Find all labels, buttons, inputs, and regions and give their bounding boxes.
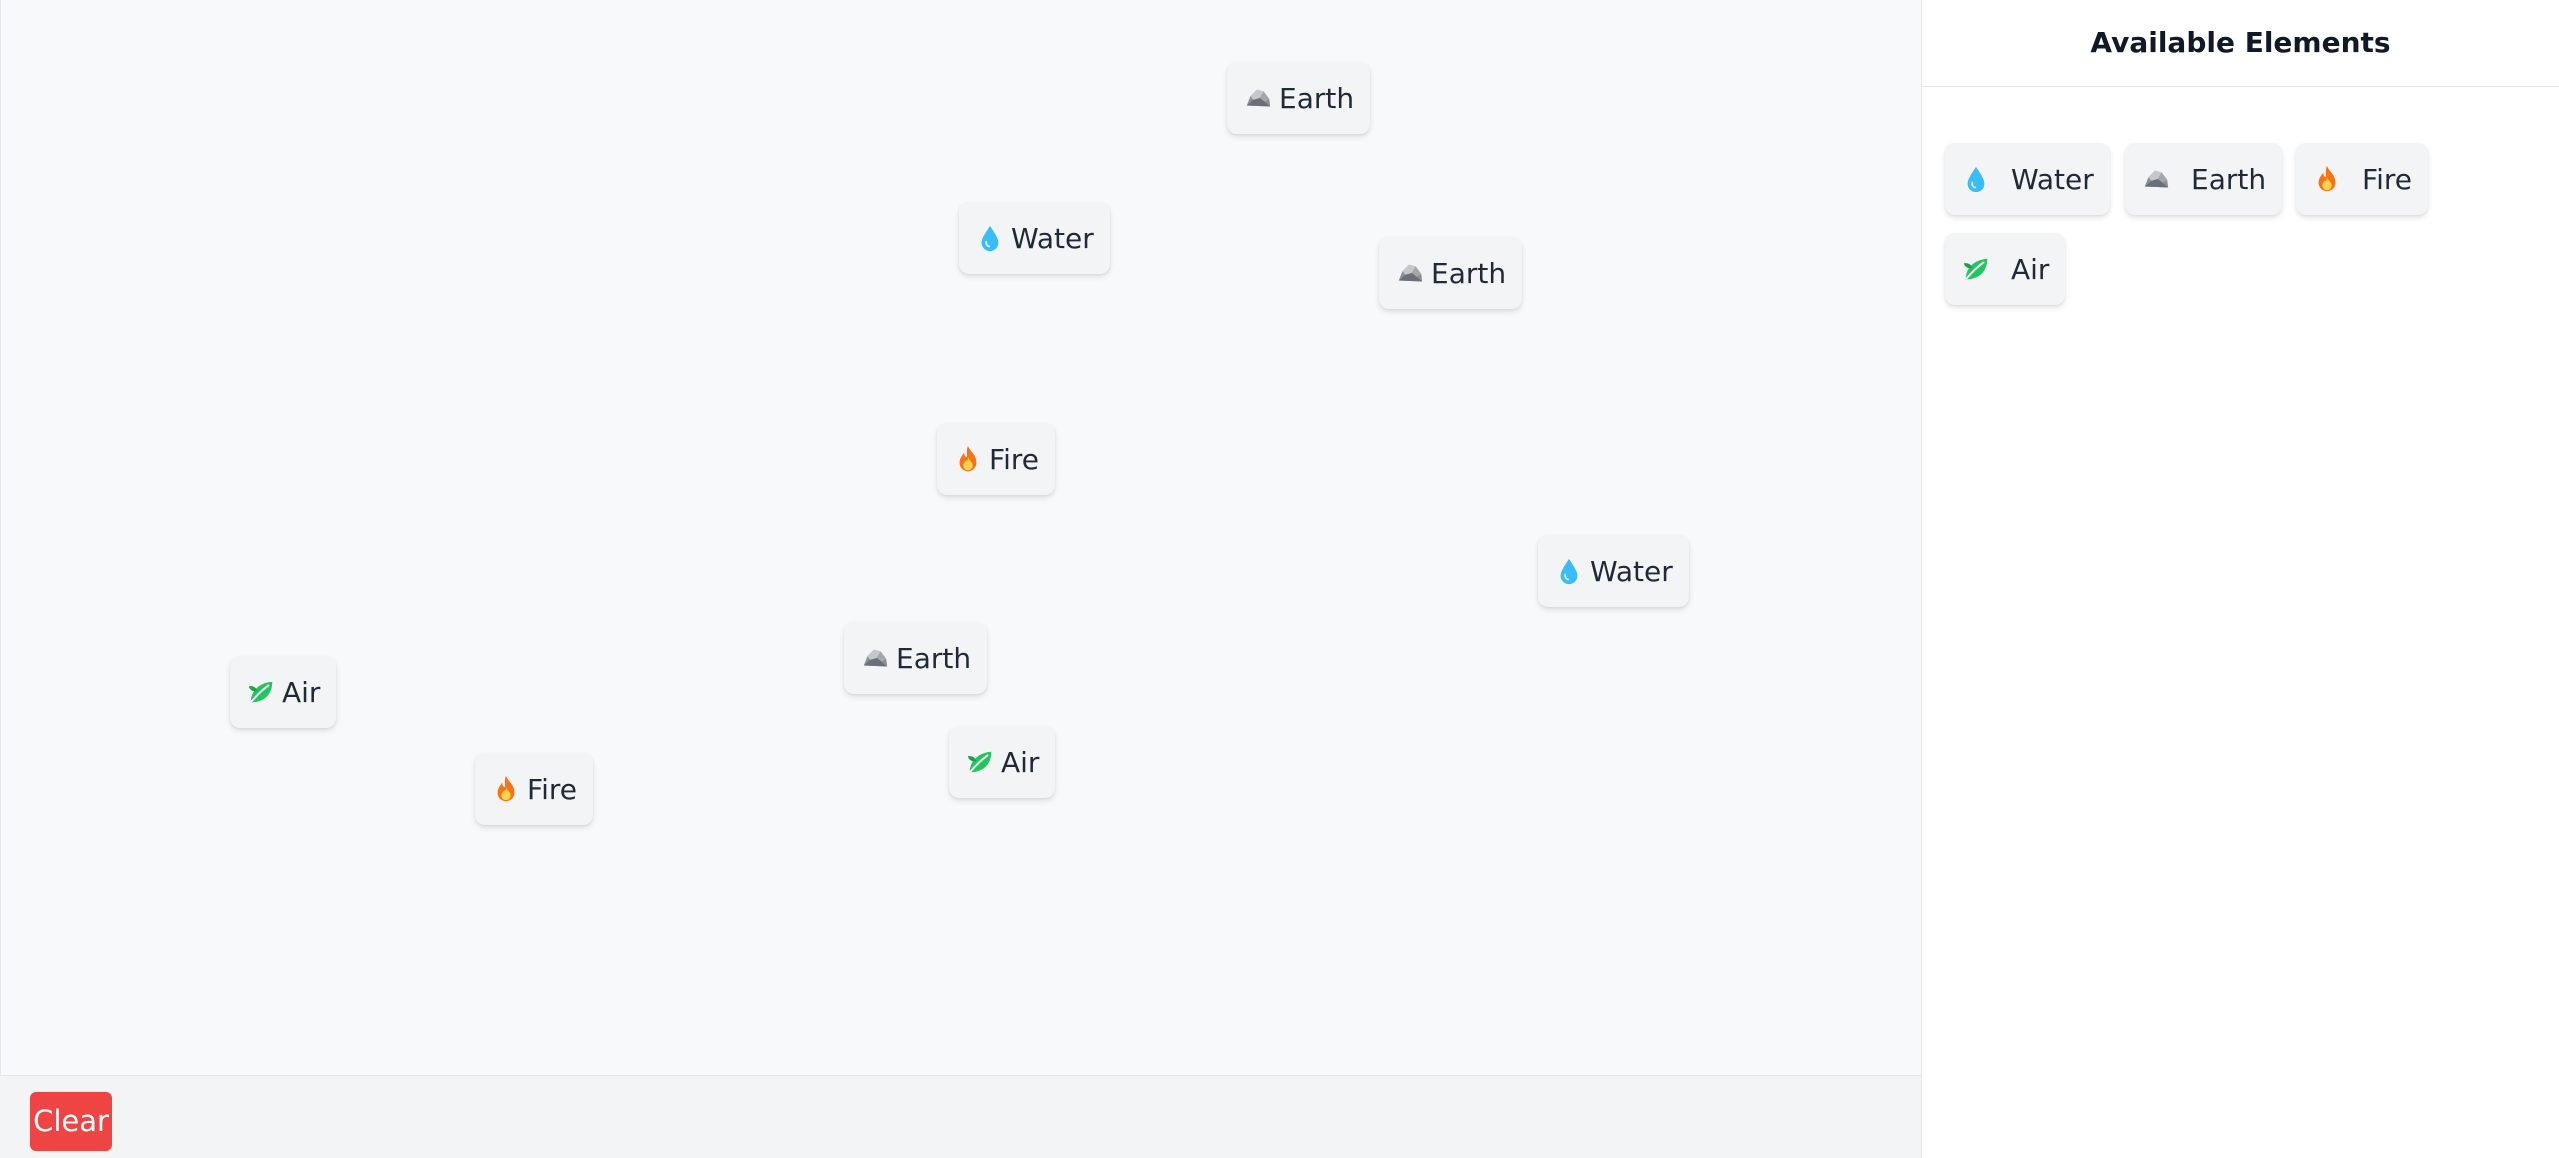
element-label: Water <box>1011 221 1094 255</box>
water-drop-icon <box>1961 164 1991 194</box>
clear-button[interactable]: Clear <box>30 1092 112 1151</box>
canvas-element-water[interactable]: Water <box>959 202 1110 274</box>
water-drop-icon <box>975 223 1005 253</box>
element-label: Air <box>1001 745 1040 779</box>
element-label: Fire <box>989 442 1039 476</box>
sidebar-title: Available Elements <box>1922 0 2559 87</box>
canvas-element-earth[interactable]: Earth <box>1379 237 1523 309</box>
fire-icon <box>2312 164 2342 194</box>
sidebar-element-earth[interactable]: Earth <box>2125 143 2283 215</box>
sidebar-element-water[interactable]: Water <box>1945 143 2110 215</box>
sidebar-element-fire[interactable]: Fire <box>2296 143 2428 215</box>
sidebar-element-air[interactable]: Air <box>1945 233 2066 305</box>
canvas-element-fire[interactable]: Fire <box>475 753 593 825</box>
element-label: Water <box>2011 162 2094 196</box>
rock-icon <box>2141 164 2171 194</box>
elements-sidebar: Available Elements Water Earth Fire Air <box>1921 0 2559 1158</box>
bottom-toolbar: Clear <box>0 1075 1921 1158</box>
rock-icon <box>1243 83 1273 113</box>
element-label: Earth <box>1279 81 1355 115</box>
canvas-element-earth[interactable]: Earth <box>1227 62 1371 134</box>
canvas-element-air[interactable]: Air <box>949 726 1056 798</box>
element-label: Fire <box>2362 162 2412 196</box>
water-drop-icon <box>1554 556 1584 586</box>
element-label: Earth <box>896 641 972 675</box>
rock-icon <box>1395 258 1425 288</box>
leaf-icon <box>246 677 276 707</box>
element-label: Water <box>1590 554 1673 588</box>
fire-icon <box>491 774 521 804</box>
element-label: Earth <box>2191 162 2267 196</box>
crafting-canvas[interactable]: Earth Water Earth Fire Water Earth Air F… <box>0 0 1921 1075</box>
canvas-element-water[interactable]: Water <box>1538 535 1689 607</box>
rock-icon <box>860 643 890 673</box>
canvas-element-earth[interactable]: Earth <box>844 622 988 694</box>
canvas-element-air[interactable]: Air <box>230 656 337 728</box>
alchemy-app: Earth Water Earth Fire Water Earth Air F… <box>0 0 2559 1158</box>
element-label: Air <box>2011 252 2050 286</box>
element-label: Earth <box>1431 256 1507 290</box>
element-label: Fire <box>527 772 577 806</box>
canvas-element-fire[interactable]: Fire <box>937 423 1055 495</box>
leaf-icon <box>1961 254 1991 284</box>
element-label: Air <box>282 675 321 709</box>
leaf-icon <box>965 747 995 777</box>
fire-icon <box>953 444 983 474</box>
